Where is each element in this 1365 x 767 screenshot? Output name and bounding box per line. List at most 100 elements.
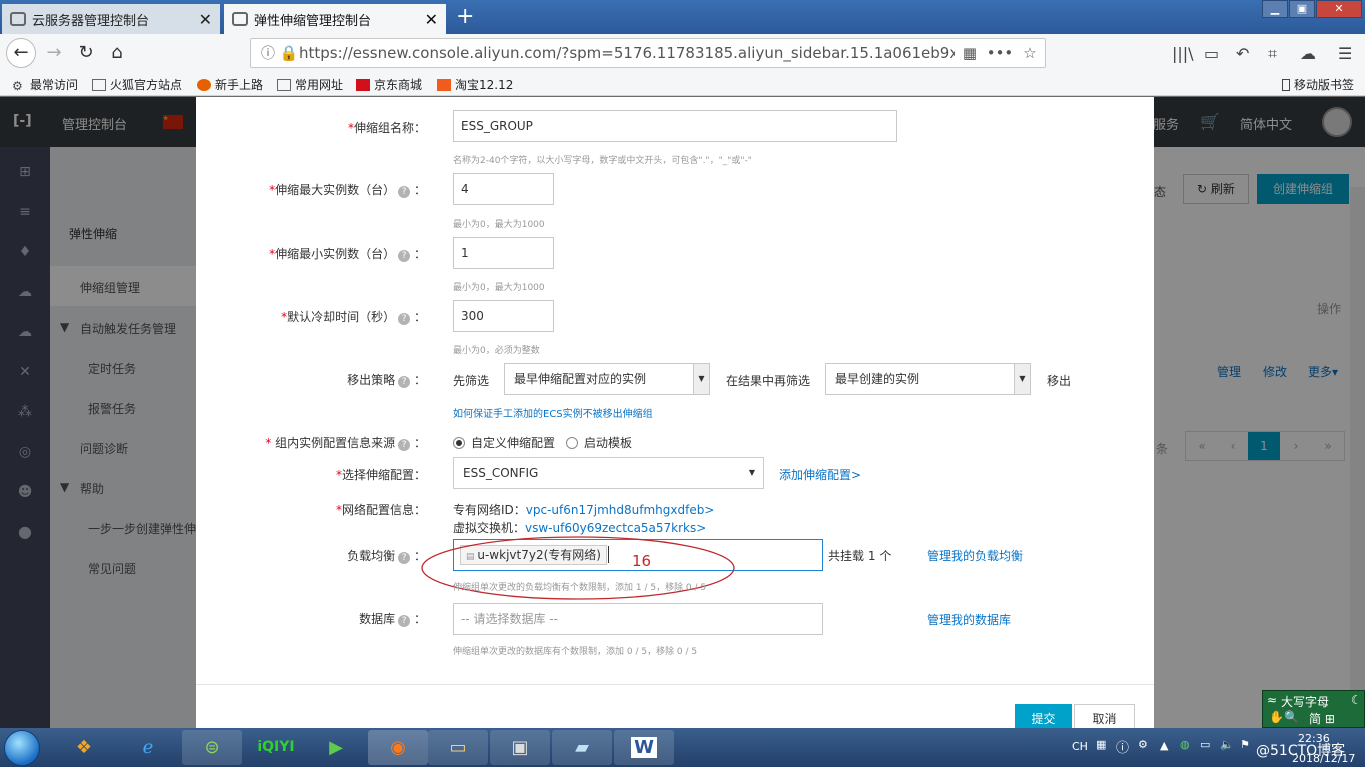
- add-scaling-config-link[interactable]: 添加伸缩配置>: [779, 466, 861, 483]
- more-icon[interactable]: •••: [985, 44, 1015, 62]
- ime-mode[interactable]: 大写字母: [1281, 693, 1329, 710]
- first-filter-select[interactable]: 最早伸缩配置对应的实例 ▼: [504, 363, 710, 395]
- star-icon[interactable]: ☆: [1015, 44, 1045, 62]
- then-filter-select[interactable]: 最早创建的实例 ▼: [825, 363, 1031, 395]
- browser-tab-ecs[interactable]: 云服务器管理控制台 ✕: [2, 4, 220, 34]
- ime-row2[interactable]: 简 ⊞: [1309, 710, 1335, 727]
- info-icon[interactable]: ⓘ: [257, 43, 279, 63]
- new-tab-button[interactable]: +: [456, 4, 474, 29]
- bookmark-most-visited[interactable]: ⚙ 最常访问: [12, 76, 78, 93]
- network-icon[interactable]: ◍: [1180, 738, 1190, 751]
- max-instances-label: *伸缩最大实例数（台）? ：: [269, 183, 426, 198]
- removal-suffix: 移出: [1047, 374, 1072, 388]
- keyboard-icon[interactable]: ▦: [1096, 738, 1106, 751]
- bookmark-label: 火狐官方站点: [110, 78, 183, 92]
- bookmark-firefox-site[interactable]: 火狐官方站点: [92, 76, 182, 93]
- tab-close-icon[interactable]: ✕: [189, 10, 212, 29]
- home-button[interactable]: ⌂: [103, 39, 131, 67]
- chat-icon[interactable]: ☁: [1300, 44, 1316, 63]
- taskbar-app-player[interactable]: ▶: [306, 730, 366, 765]
- lock-icon: 🔒: [279, 44, 299, 62]
- settings-icon[interactable]: ⚙: [1138, 738, 1148, 751]
- radio-unchecked-icon: [566, 437, 578, 449]
- taskbar-app-ie[interactable]: ℯ: [118, 730, 178, 765]
- volume-icon[interactable]: 🔈: [1220, 738, 1234, 751]
- maximize-button[interactable]: ▣: [1289, 0, 1315, 18]
- clock-date[interactable]: 2018/12/17: [1292, 752, 1355, 765]
- bookmark-taobao[interactable]: 淘宝12.12: [437, 76, 513, 93]
- taskbar-app-iqiyi[interactable]: iQIYI: [246, 730, 306, 765]
- browser-tab-bar: 云服务器管理控制台 ✕ 弹性伸缩管理控制台 ✕ + ▁ ▣ ✕: [0, 0, 1365, 34]
- hand-icon: ✋🔍: [1269, 710, 1299, 724]
- tab-label: 云服务器管理控制台: [32, 13, 150, 29]
- qr-code-icon[interactable]: ▦: [955, 44, 985, 62]
- help-icon: ?: [398, 186, 411, 198]
- db-tip: 伸缩组单次更改的数据库有个数限制，添加 0 / 5，移除 0 / 5: [453, 647, 698, 657]
- phone-icon: [1282, 78, 1290, 91]
- then-filter-label: 在结果中再筛选: [726, 374, 811, 388]
- taskbar-app-word[interactable]: W: [614, 730, 674, 765]
- manage-lb-link[interactable]: 管理我的负载均衡: [927, 547, 1023, 564]
- help-icon: ?: [398, 250, 411, 262]
- arrow-left-icon: ←: [13, 42, 29, 63]
- forward-button[interactable]: →: [40, 39, 68, 67]
- sidebar-icon[interactable]: ▭: [1204, 44, 1219, 63]
- max-instances-input[interactable]: 4: [453, 173, 554, 205]
- url-bar[interactable]: ⓘ 🔒 https://essnew.console.aliyun.com/?s…: [250, 38, 1046, 68]
- language-indicator[interactable]: CH: [1072, 740, 1088, 753]
- bookmark-common-sites[interactable]: 常用网址: [277, 76, 343, 93]
- scaling-config-select[interactable]: ESS_CONFIG ▼: [453, 457, 764, 489]
- taskbar-app-firefox[interactable]: ◉: [368, 730, 428, 765]
- back-button[interactable]: ←: [6, 38, 36, 68]
- taskbar-app-browser[interactable]: ⊜: [182, 730, 242, 765]
- ie-icon: ℯ: [142, 737, 154, 758]
- help-icon[interactable]: ⓘ: [1116, 737, 1129, 756]
- firefox-icon: [197, 78, 211, 91]
- taskbar-app-notes[interactable]: ▰: [552, 730, 612, 765]
- caret-down-icon: ▼: [748, 468, 755, 477]
- notes-icon: ▰: [575, 737, 589, 758]
- close-window-button[interactable]: ✕: [1316, 0, 1362, 18]
- bookmark-getting-started[interactable]: 新手上路: [197, 76, 263, 93]
- vsw-link[interactable]: vsw-uf60y69zectca5a57krks>: [525, 521, 706, 535]
- group-name-input[interactable]: ESS_GROUP: [453, 110, 897, 142]
- library-icon[interactable]: |||\: [1172, 44, 1194, 63]
- taskbar-app-explorer[interactable]: ▭: [428, 730, 488, 765]
- taskbar-app-tool[interactable]: ▣: [490, 730, 550, 765]
- vpc-link[interactable]: vpc-uf6n17jmhd8ufmhgxdfeb>: [526, 503, 715, 517]
- tab-close-icon[interactable]: ✕: [415, 10, 438, 29]
- ime-toolbar[interactable]: ≈ 大写字母 ☾ ✋🔍 简 ⊞: [1262, 690, 1365, 728]
- min-instances-label: *伸缩最小实例数（台）? ：: [269, 247, 426, 262]
- help-icon: ?: [398, 552, 411, 564]
- database-select[interactable]: -- 请选择数据库 --: [453, 603, 823, 635]
- undo-icon[interactable]: ↶: [1236, 44, 1249, 63]
- config-source-label: * 组内实例配置信息来源? ：: [265, 436, 426, 451]
- modal-footer-divider: [196, 684, 1154, 685]
- url-text[interactable]: https://essnew.console.aliyun.com/?spm=5…: [299, 44, 955, 62]
- removal-help-link[interactable]: 如何保证手工添加的ECS实例不被移出伸缩组: [453, 405, 653, 420]
- minimize-button[interactable]: ▁: [1262, 0, 1288, 18]
- bookmark-jd[interactable]: 京东商城: [356, 76, 422, 93]
- manage-db-link[interactable]: 管理我的数据库: [927, 611, 1011, 628]
- word-icon: W: [631, 737, 657, 758]
- taskbar-app-windows[interactable]: ❖: [54, 730, 114, 765]
- show-hidden-icon[interactable]: ▲: [1160, 739, 1168, 752]
- vpc-line: 专有网络ID：vpc-uf6n17jmhd8ufmhgxdfeb>: [453, 503, 715, 517]
- bookmark-mobile[interactable]: 移动版书签: [1282, 76, 1354, 93]
- arrow-right-icon: →: [46, 42, 62, 63]
- browser-tab-ess[interactable]: 弹性伸缩管理控制台 ✕: [224, 4, 446, 34]
- moon-icon: ☾: [1351, 693, 1362, 707]
- menu-icon[interactable]: ☰: [1338, 44, 1352, 63]
- cooldown-input[interactable]: 300: [453, 300, 554, 332]
- flag-icon[interactable]: ⚑: [1240, 738, 1250, 751]
- start-button[interactable]: [4, 730, 40, 766]
- max-instances-tip: 最小为0，最大为1000: [453, 220, 545, 230]
- tab-favicon-icon: [10, 12, 26, 26]
- folder-icon: [92, 78, 106, 91]
- reload-button[interactable]: ↻: [72, 39, 100, 67]
- radio-custom-config[interactable]: 自定义伸缩配置: [453, 434, 555, 451]
- battery-icon[interactable]: ▭: [1200, 738, 1210, 751]
- crop-icon[interactable]: ⌗: [1268, 44, 1277, 64]
- min-instances-input[interactable]: 1: [453, 237, 554, 269]
- radio-launch-template[interactable]: 启动模板: [566, 434, 632, 451]
